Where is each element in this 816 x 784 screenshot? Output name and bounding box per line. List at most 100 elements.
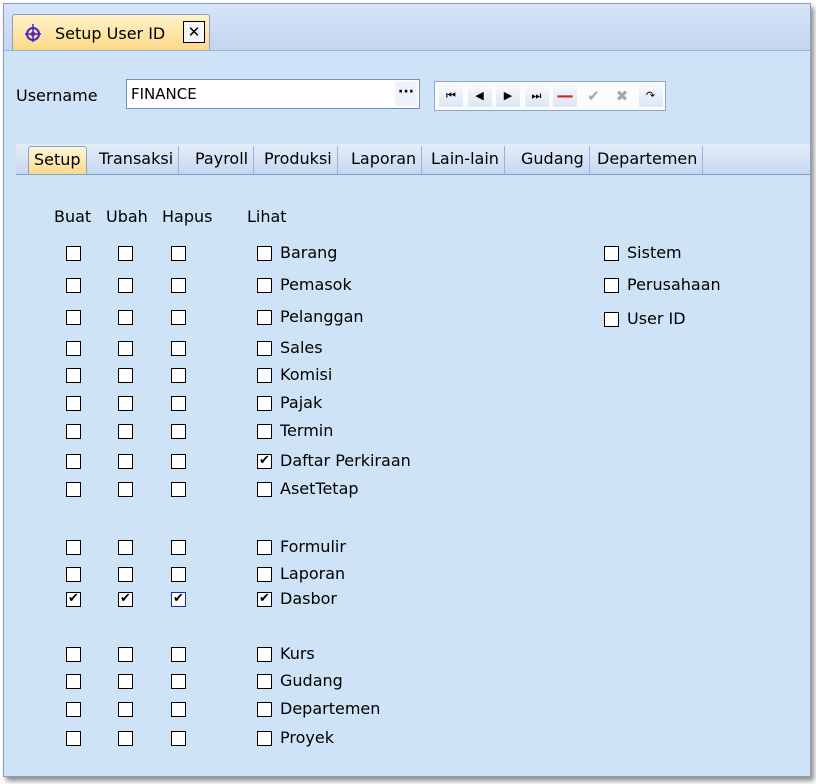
prev-record-button[interactable]: ◀ xyxy=(467,85,492,107)
proyek-hapus-checkbox[interactable] xyxy=(171,731,186,746)
laporan-buat-checkbox[interactable] xyxy=(66,567,81,582)
proyek-label: Proyek xyxy=(280,728,334,747)
daftar-perkiraan-buat-checkbox[interactable] xyxy=(66,454,81,469)
pelanggan-lihat-checkbox[interactable] xyxy=(257,310,272,325)
tab-transaksi[interactable]: Transaksi xyxy=(94,146,180,174)
pajak-lihat-checkbox[interactable] xyxy=(257,396,272,411)
departemen-ubah-checkbox[interactable] xyxy=(118,702,133,717)
tab-gudang[interactable]: Gudang xyxy=(516,146,590,174)
gudang-lihat-checkbox[interactable] xyxy=(257,674,272,689)
asettetap-label: AsetTetap xyxy=(280,479,359,498)
kurs-ubah-checkbox[interactable] xyxy=(118,647,133,662)
permission-tabs: Setup Transaksi Payroll Produksi Laporan Lain… xyxy=(16,144,810,175)
tab-laporan[interactable]: Laporan xyxy=(346,146,423,174)
asettetap-hapus-checkbox[interactable] xyxy=(171,482,186,497)
proyek-lihat-checkbox[interactable] xyxy=(257,731,272,746)
perusahaan-checkbox[interactable] xyxy=(604,278,619,293)
laporan-lihat-checkbox[interactable] xyxy=(257,567,272,582)
user-id-checkbox[interactable] xyxy=(604,312,619,327)
perusahaan-label: Perusahaan xyxy=(627,275,721,294)
tab-payroll[interactable]: Payroll xyxy=(190,146,255,174)
laporan-hapus-checkbox[interactable] xyxy=(171,567,186,582)
formulir-hapus-checkbox[interactable] xyxy=(171,540,186,555)
daftar-perkiraan-ubah-checkbox[interactable] xyxy=(118,454,133,469)
gudang-hapus-checkbox[interactable] xyxy=(171,674,186,689)
pemasok-lihat-checkbox[interactable] xyxy=(257,278,272,293)
barang-lihat-checkbox[interactable] xyxy=(257,246,272,261)
asettetap-buat-checkbox[interactable] xyxy=(66,482,81,497)
pelanggan-buat-checkbox[interactable] xyxy=(66,310,81,325)
sales-hapus-checkbox[interactable] xyxy=(171,341,186,356)
save-record-button[interactable]: ✔ xyxy=(582,85,606,107)
formulir-lihat-checkbox[interactable] xyxy=(257,540,272,555)
dasbor-hapus-checkbox[interactable]: ✔ xyxy=(171,592,186,607)
termin-buat-checkbox[interactable] xyxy=(66,424,81,439)
sistem-checkbox[interactable] xyxy=(604,246,619,261)
komisi-lihat-checkbox[interactable] xyxy=(257,368,272,383)
pemasok-hapus-checkbox[interactable] xyxy=(171,278,186,293)
proyek-buat-checkbox[interactable] xyxy=(66,731,81,746)
dasbor-label: Dasbor xyxy=(280,589,337,608)
pelanggan-label: Pelanggan xyxy=(280,307,364,326)
proyek-ubah-checkbox[interactable] xyxy=(118,731,133,746)
setup-user-id-doc-tab[interactable]: Setup User ID ✕ xyxy=(12,14,210,50)
pemasok-buat-checkbox[interactable] xyxy=(66,278,81,293)
pelanggan-ubah-checkbox[interactable] xyxy=(118,310,133,325)
barang-buat-checkbox[interactable] xyxy=(66,246,81,261)
gudang-ubah-checkbox[interactable] xyxy=(118,674,133,689)
next-record-button[interactable]: ▶ xyxy=(496,85,520,107)
tab-lain-lain[interactable]: Lain-lain xyxy=(426,146,505,174)
pajak-buat-checkbox[interactable] xyxy=(66,396,81,411)
cancel-edit-button[interactable]: ✖ xyxy=(610,85,634,107)
termin-ubah-checkbox[interactable] xyxy=(118,424,133,439)
komisi-ubah-checkbox[interactable] xyxy=(118,368,133,383)
departemen-hapus-checkbox[interactable] xyxy=(171,702,186,717)
kurs-label: Kurs xyxy=(280,644,315,663)
kurs-buat-checkbox[interactable] xyxy=(66,647,81,662)
sales-buat-checkbox[interactable] xyxy=(66,341,81,356)
barang-label: Barang xyxy=(280,243,338,262)
delete-record-button[interactable]: — xyxy=(553,85,577,107)
daftar-perkiraan-hapus-checkbox[interactable] xyxy=(171,454,186,469)
dasbor-ubah-checkbox[interactable]: ✔ xyxy=(118,592,133,607)
pemasok-ubah-checkbox[interactable] xyxy=(118,278,133,293)
komisi-buat-checkbox[interactable] xyxy=(66,368,81,383)
asettetap-ubah-checkbox[interactable] xyxy=(118,482,133,497)
pajak-hapus-checkbox[interactable] xyxy=(171,396,186,411)
tab-produksi[interactable]: Produksi xyxy=(259,146,338,174)
pelanggan-hapus-checkbox[interactable] xyxy=(171,310,186,325)
hapus-column-header: Hapus xyxy=(162,207,213,226)
barang-hapus-checkbox[interactable] xyxy=(171,246,186,261)
form-content: Username FINANCE ··· ⏮ ◀ ▶ ⏭ — ✔ ✖ ↷ Setup Trans… xyxy=(4,51,810,776)
departemen-lihat-checkbox[interactable] xyxy=(257,702,272,717)
username-field[interactable]: FINANCE ··· xyxy=(126,79,420,109)
formulir-ubah-checkbox[interactable] xyxy=(118,540,133,555)
close-tab-button[interactable]: ✕ xyxy=(183,21,205,43)
first-record-button[interactable]: ⏮ xyxy=(439,85,463,107)
laporan-ubah-checkbox[interactable] xyxy=(118,567,133,582)
tab-setup[interactable]: Setup xyxy=(28,146,87,174)
asettetap-lihat-checkbox[interactable] xyxy=(257,482,272,497)
kurs-lihat-checkbox[interactable] xyxy=(257,647,272,662)
username-value: FINANCE xyxy=(131,85,197,103)
tab-departemen[interactable]: Departemen xyxy=(592,146,704,174)
sales-lihat-checkbox[interactable] xyxy=(257,341,272,356)
komisi-hapus-checkbox[interactable] xyxy=(171,368,186,383)
gudang-buat-checkbox[interactable] xyxy=(66,674,81,689)
refresh-button[interactable]: ↷ xyxy=(638,85,663,107)
pajak-ubah-checkbox[interactable] xyxy=(118,396,133,411)
dasbor-lihat-checkbox[interactable]: ✔ xyxy=(257,592,272,607)
departemen-buat-checkbox[interactable] xyxy=(66,702,81,717)
daftar-perkiraan-lihat-checkbox[interactable]: ✔ xyxy=(257,454,272,469)
pemasok-label: Pemasok xyxy=(280,275,352,294)
sales-ubah-checkbox[interactable] xyxy=(118,341,133,356)
formulir-buat-checkbox[interactable] xyxy=(66,540,81,555)
termin-hapus-checkbox[interactable] xyxy=(171,424,186,439)
last-record-button[interactable]: ⏭ xyxy=(524,85,549,107)
kurs-hapus-checkbox[interactable] xyxy=(171,647,186,662)
dasbor-buat-checkbox[interactable]: ✔ xyxy=(66,592,81,607)
barang-ubah-checkbox[interactable] xyxy=(118,246,133,261)
username-lookup-button[interactable]: ··· xyxy=(395,82,417,106)
termin-lihat-checkbox[interactable] xyxy=(257,424,272,439)
record-navigator: ⏮ ◀ ▶ ⏭ — ✔ ✖ ↷ xyxy=(434,81,666,111)
